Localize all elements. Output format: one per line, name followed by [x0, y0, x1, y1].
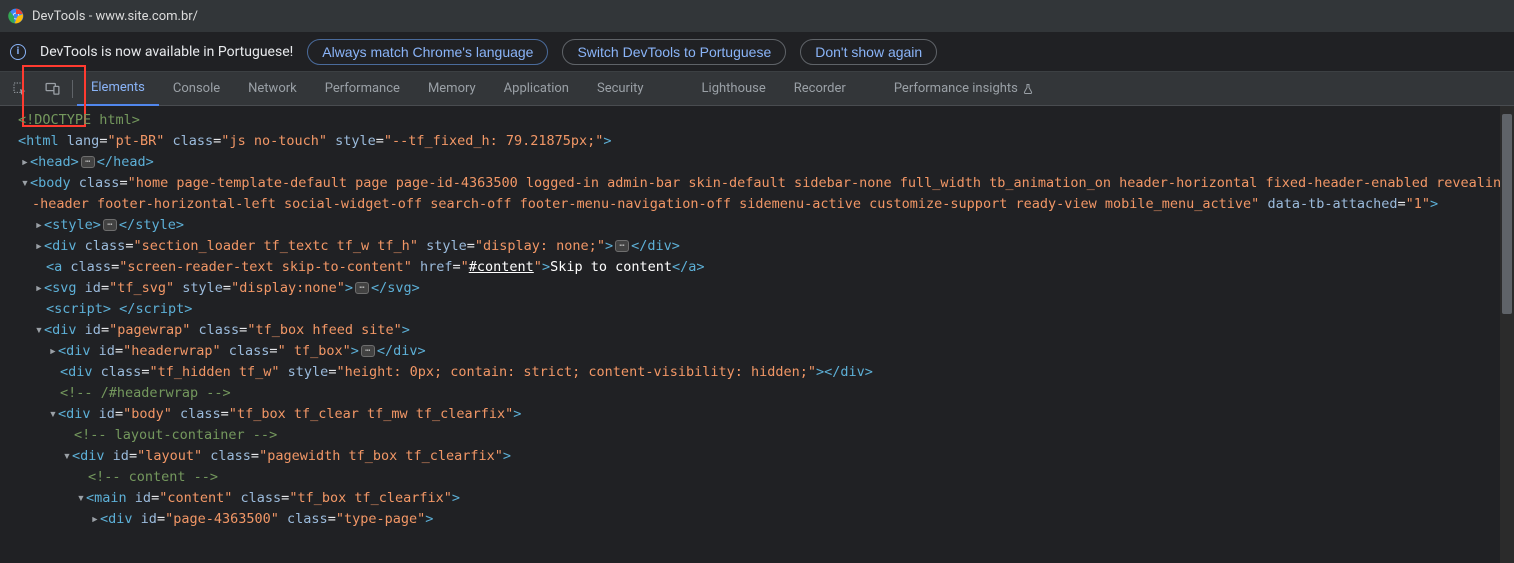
switch-language-button[interactable]: Switch DevTools to Portuguese — [562, 39, 786, 65]
devtools-tabbar: Elements Console Network Performance Mem… — [0, 72, 1514, 106]
code-line[interactable]: <!-- content --> — [18, 467, 1514, 488]
window-title: DevTools - www.site.com.br/ — [32, 9, 198, 24]
ellipsis-icon[interactable]: ⋯ — [103, 219, 117, 231]
code-line[interactable]: <script> </script> — [18, 299, 1514, 320]
code-line[interactable]: ▸<head>⋯</head> — [18, 152, 1514, 173]
expand-arrow-icon[interactable]: ▸ — [34, 278, 44, 299]
ellipsis-icon[interactable]: ⋯ — [81, 156, 95, 168]
collapse-arrow-icon[interactable]: ▾ — [20, 173, 30, 194]
dont-show-again-button[interactable]: Don't show again — [800, 39, 937, 65]
infobar-message: DevTools is now available in Portuguese! — [40, 44, 293, 60]
collapse-arrow-icon[interactable]: ▾ — [76, 488, 86, 509]
language-infobar: i DevTools is now available in Portugues… — [0, 32, 1514, 72]
code-line[interactable]: <!DOCTYPE html> — [18, 110, 1514, 131]
expand-arrow-icon[interactable]: ▸ — [34, 215, 44, 236]
tab-lighthouse[interactable]: Lighthouse — [688, 72, 780, 106]
collapse-arrow-icon[interactable]: ▾ — [62, 446, 72, 467]
tab-memory[interactable]: Memory — [414, 72, 490, 106]
tab-elements[interactable]: Elements — [77, 72, 159, 106]
device-toggle-icon[interactable] — [36, 72, 68, 106]
flask-icon — [1022, 83, 1034, 95]
ellipsis-icon[interactable]: ⋯ — [361, 345, 375, 357]
expand-arrow-icon[interactable]: ▸ — [90, 509, 100, 530]
tab-performance[interactable]: Performance — [311, 72, 414, 106]
code-line[interactable]: ▸<div class="section_loader tf_textc tf_… — [18, 236, 1514, 257]
code-line[interactable]: ▾<div id="pagewrap" class="tf_box hfeed … — [18, 320, 1514, 341]
tab-network[interactable]: Network — [234, 72, 311, 106]
tab-security[interactable]: Security — [583, 72, 658, 106]
vertical-scrollbar[interactable] — [1500, 106, 1514, 563]
collapse-arrow-icon[interactable]: ▾ — [34, 320, 44, 341]
code-line[interactable]: ▸<div id="headerwrap" class=" tf_box">⋯<… — [18, 341, 1514, 362]
tab-application[interactable]: Application — [490, 72, 583, 106]
code-line[interactable]: <div class="tf_hidden tf_w" style="heigh… — [18, 362, 1514, 383]
code-line[interactable]: <!-- /#headerwrap --> — [18, 383, 1514, 404]
tab-performance-insights[interactable]: Performance insights — [880, 72, 1048, 106]
code-line[interactable]: ▸<div id="page-4363500" class="type-page… — [18, 509, 1514, 530]
ellipsis-icon[interactable]: ⋯ — [355, 282, 369, 294]
elements-dom-tree[interactable]: <!DOCTYPE html> <html lang="pt-BR" class… — [0, 106, 1514, 563]
info-icon: i — [10, 44, 26, 60]
chrome-logo-icon — [8, 8, 24, 24]
collapse-arrow-icon[interactable]: ▾ — [48, 404, 58, 425]
code-line[interactable]: ▸<style>⋯</style> — [18, 215, 1514, 236]
code-line[interactable]: <html lang="pt-BR" class="js no-touch" s… — [18, 131, 1514, 152]
code-line[interactable]: <!-- layout-container --> — [18, 425, 1514, 446]
titlebar: DevTools - www.site.com.br/ — [0, 0, 1514, 32]
code-line[interactable]: ▾<div id="layout" class="pagewidth tf_bo… — [18, 446, 1514, 467]
code-line[interactable]: ▾<main id="content" class="tf_box tf_cle… — [18, 488, 1514, 509]
tab-recorder[interactable]: Recorder — [780, 72, 860, 106]
match-language-button[interactable]: Always match Chrome's language — [307, 39, 548, 65]
code-line[interactable]: ▾<body class="home page-template-default… — [18, 173, 1514, 215]
ellipsis-icon[interactable]: ⋯ — [615, 240, 629, 252]
code-line[interactable]: ▾<div id="body" class="tf_box tf_clear t… — [18, 404, 1514, 425]
expand-arrow-icon[interactable]: ▸ — [34, 236, 44, 257]
divider — [72, 80, 73, 98]
expand-arrow-icon[interactable]: ▸ — [48, 341, 58, 362]
tab-console[interactable]: Console — [159, 72, 234, 106]
code-line[interactable]: ▸<svg id="tf_svg" style="display:none">⋯… — [18, 278, 1514, 299]
expand-arrow-icon[interactable]: ▸ — [20, 152, 30, 173]
scroll-thumb[interactable] — [1502, 114, 1512, 314]
code-line[interactable]: <a class="screen-reader-text skip-to-con… — [18, 257, 1514, 278]
inspect-element-icon[interactable] — [4, 72, 36, 106]
